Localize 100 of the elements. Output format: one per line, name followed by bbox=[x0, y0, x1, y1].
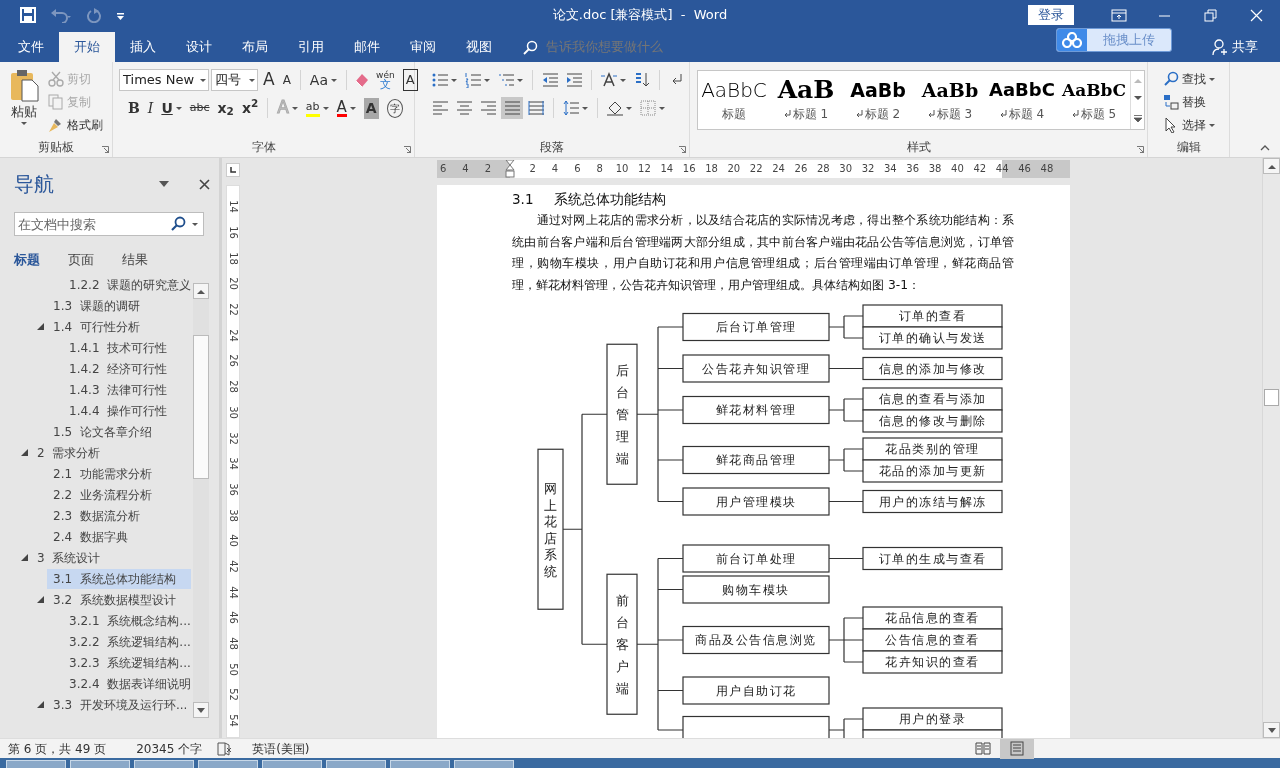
highlight-button[interactable]: ab bbox=[302, 97, 332, 119]
menu-tab[interactable]: 插入 bbox=[115, 32, 171, 62]
italic-button[interactable]: I bbox=[144, 97, 157, 119]
outline-item[interactable]: 1.4 可行性分析 bbox=[47, 316, 191, 337]
close-icon[interactable] bbox=[1249, 7, 1265, 23]
menu-tab[interactable]: 引用 bbox=[283, 32, 339, 62]
menu-tab[interactable]: 布局 bbox=[227, 32, 283, 62]
style-preview[interactable]: AaBb bbox=[850, 75, 906, 105]
style-preview[interactable]: AaB bbox=[777, 75, 835, 105]
outline-item[interactable]: 2.3 数据流分析 bbox=[47, 505, 191, 526]
outline-item[interactable]: 3 系统设计 bbox=[31, 547, 191, 568]
collapse-arrow-icon[interactable] bbox=[37, 323, 44, 330]
style-preview[interactable]: AaBbC bbox=[701, 75, 767, 105]
pane-tab[interactable]: 标题 bbox=[14, 250, 50, 270]
strikethrough-button[interactable]: abc bbox=[186, 97, 213, 119]
underline-button[interactable]: U bbox=[158, 97, 185, 119]
increase-indent-icon[interactable] bbox=[566, 72, 582, 88]
collapse-arrow-icon[interactable] bbox=[21, 449, 28, 456]
outline-item[interactable]: 3.2 系统数据模型设计 bbox=[47, 589, 191, 610]
caret-icon[interactable] bbox=[192, 222, 198, 226]
menu-tab[interactable]: 文件 bbox=[3, 32, 59, 62]
scroll-thumb[interactable] bbox=[193, 335, 209, 479]
font-size-field[interactable]: 四号 bbox=[211, 69, 258, 91]
outline-item[interactable]: 2.4 数据字典 bbox=[47, 526, 191, 547]
outline-item[interactable]: 1.3 课题的调研 bbox=[47, 295, 191, 316]
scroll-up-icon[interactable] bbox=[197, 288, 205, 294]
font-name-field[interactable]: Times New bbox=[119, 69, 209, 91]
eraser-icon[interactable] bbox=[353, 72, 371, 88]
outline-item[interactable]: 1.5 论文各章介绍 bbox=[47, 421, 191, 442]
close-icon[interactable] bbox=[199, 178, 210, 190]
grow-font-button[interactable]: A bbox=[260, 69, 278, 91]
dialog-launcher-icon[interactable] bbox=[1137, 146, 1144, 153]
bullets-icon[interactable] bbox=[432, 72, 448, 88]
outline-item[interactable]: 3.2.4 数据表详细说明 bbox=[63, 673, 198, 694]
numbering-icon[interactable] bbox=[465, 72, 481, 88]
menu-tab[interactable]: 视图 bbox=[451, 32, 507, 62]
style-preview[interactable]: AaBbC bbox=[1062, 75, 1126, 105]
collapse-arrow-icon[interactable] bbox=[37, 596, 44, 603]
outline-item[interactable]: 2 需求分析 bbox=[31, 442, 191, 463]
word-count[interactable]: 20345 个字 bbox=[136, 739, 203, 758]
collapse-ribbon-icon[interactable] bbox=[1260, 145, 1270, 151]
outline-item[interactable]: 3.2.3 系统逻辑结构... bbox=[63, 652, 197, 673]
style-name[interactable]: 标题 1 bbox=[792, 105, 829, 123]
restore-icon[interactable] bbox=[1203, 7, 1219, 23]
text-layout-icon[interactable] bbox=[601, 72, 617, 88]
outline-item[interactable]: 3.2.1 系统概念结构... bbox=[63, 610, 197, 631]
outline-item[interactable]: 2.1 功能需求分析 bbox=[47, 463, 191, 484]
paste-icon[interactable] bbox=[8, 68, 39, 102]
outline-item[interactable]: 1.2.2 课题的研究意义 bbox=[63, 274, 198, 295]
clipboard-button[interactable]: 格式刷 bbox=[45, 114, 106, 136]
menu-tab[interactable]: 设计 bbox=[171, 32, 227, 62]
collapse-arrow-icon[interactable] bbox=[21, 554, 28, 561]
shrink-font-button[interactable]: A bbox=[279, 69, 294, 91]
style-name[interactable]: 标题 bbox=[722, 105, 746, 123]
pane-tab[interactable]: 页面 bbox=[68, 250, 104, 270]
scroll-thumb[interactable] bbox=[1264, 389, 1279, 406]
paste-button[interactable]: 粘贴 bbox=[10, 102, 37, 122]
dialog-launcher-icon[interactable] bbox=[679, 146, 686, 153]
outline-item[interactable]: 1.4.3 法律可行性 bbox=[63, 379, 191, 400]
outline-item[interactable]: 3.3 开发环境及运行环... bbox=[47, 694, 194, 715]
scroll-down-icon[interactable] bbox=[1267, 727, 1276, 733]
sort-icon[interactable] bbox=[634, 72, 650, 88]
outline-item[interactable]: 1.4.2 经济可行性 bbox=[63, 358, 191, 379]
search-icon[interactable] bbox=[523, 39, 538, 55]
save-icon[interactable] bbox=[20, 7, 36, 23]
tab-stop-icon[interactable] bbox=[229, 166, 237, 174]
sign-in-button[interactable]: 登录 bbox=[1028, 5, 1074, 25]
phonetic-guide-button[interactable]: wén 文 bbox=[373, 69, 398, 91]
collapse-arrow-icon[interactable] bbox=[37, 701, 44, 708]
menu-tab[interactable]: 开始 bbox=[59, 32, 115, 62]
editing-button[interactable]: 替换 bbox=[1160, 91, 1218, 113]
language-indicator[interactable]: 英语(美国) bbox=[252, 739, 310, 758]
multilevel-list-icon[interactable] bbox=[498, 72, 514, 88]
search-field[interactable]: 在文档中搜索 bbox=[14, 212, 204, 236]
style-name[interactable]: 标题 5 bbox=[1080, 105, 1117, 123]
search-icon[interactable] bbox=[170, 216, 186, 232]
style-preview[interactable]: AaBbC bbox=[989, 75, 1055, 105]
scroll-down-icon[interactable] bbox=[1133, 96, 1142, 102]
bold-button[interactable]: B bbox=[125, 97, 143, 119]
shading-icon[interactable] bbox=[607, 100, 623, 116]
proofing-icon[interactable] bbox=[216, 741, 233, 756]
decrease-indent-icon[interactable] bbox=[542, 72, 558, 88]
page-count[interactable]: 第 6 页，共 49 页 bbox=[8, 739, 107, 758]
outline-item[interactable]: 3.1 系统总体功能结构 bbox=[47, 568, 191, 589]
indent-marker-icon[interactable] bbox=[505, 160, 516, 178]
style-preview[interactable]: AaBb bbox=[921, 75, 979, 105]
font-color-button[interactable]: A bbox=[333, 97, 359, 119]
dialog-launcher-icon[interactable] bbox=[102, 146, 109, 153]
line-spacing-icon[interactable] bbox=[563, 100, 579, 116]
outline-item[interactable]: 1.4.1 技术可行性 bbox=[63, 337, 191, 358]
menu-tab[interactable]: 审阅 bbox=[395, 32, 451, 62]
style-name[interactable]: 标题 4 bbox=[1008, 105, 1045, 123]
superscript-button[interactable]: x$^{2}$ bbox=[238, 97, 262, 119]
tell-me-field[interactable]: 告诉我你想要做什么 bbox=[544, 36, 734, 58]
menu-tab[interactable]: 邮件 bbox=[339, 32, 395, 62]
caret-icon[interactable] bbox=[159, 181, 169, 187]
style-name[interactable]: 标题 2 bbox=[864, 105, 901, 123]
view-button[interactable] bbox=[1000, 738, 1034, 759]
scroll-down-icon[interactable] bbox=[197, 707, 205, 713]
person-add-icon[interactable] bbox=[1212, 39, 1228, 55]
